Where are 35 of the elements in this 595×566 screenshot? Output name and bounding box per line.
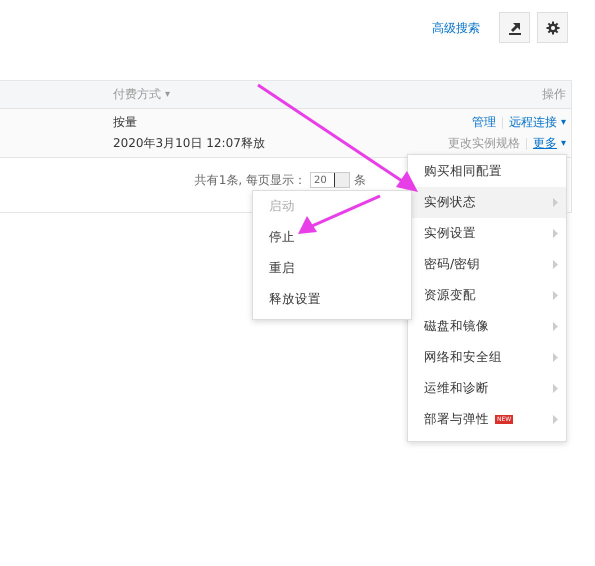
- menu-item[interactable]: 网络和安全组: [408, 342, 566, 373]
- menu-item[interactable]: 磁盘和镜像: [408, 311, 566, 342]
- menu-item[interactable]: 运维和诊断: [408, 373, 566, 404]
- chevron-right-icon: [553, 384, 558, 393]
- caret-icon[interactable]: ▾: [560, 138, 566, 149]
- settings-button[interactable]: [537, 12, 568, 43]
- advanced-search-link[interactable]: 高级搜索: [432, 20, 480, 37]
- action-link[interactable]: 管理: [472, 114, 496, 131]
- export-icon: [508, 20, 522, 34]
- action-link[interactable]: 更多: [532, 135, 557, 152]
- chevron-right-icon: [553, 260, 558, 269]
- column-header: 付费方式: [113, 86, 161, 103]
- chevron-right-icon: [553, 229, 558, 238]
- table-cell-text: 按量: [113, 114, 138, 131]
- action-link[interactable]: 远程连接: [508, 114, 557, 131]
- menu-item[interactable]: 停止: [253, 222, 411, 253]
- export-button[interactable]: [499, 12, 530, 43]
- menu-item[interactable]: 密码/密钥: [408, 249, 566, 280]
- chevron-right-icon: [553, 198, 558, 207]
- unit-label: 条: [354, 172, 366, 189]
- table-cell: 2020年3月10日 12:07释放: [113, 135, 265, 152]
- column-header: 操作: [542, 86, 566, 103]
- caret-icon[interactable]: ▾: [560, 117, 566, 128]
- page-size-select[interactable]: 20: [310, 172, 350, 188]
- chevron-right-icon: [553, 291, 558, 300]
- menu-item[interactable]: 购买相同配置: [408, 156, 566, 187]
- menu-item[interactable]: 实例设置: [408, 218, 566, 249]
- menu-item[interactable]: 资源变配: [408, 280, 566, 311]
- menu-item[interactable]: 重启: [253, 253, 411, 284]
- settings-icon: [546, 20, 560, 34]
- chevron-right-icon: [553, 322, 558, 331]
- total-count: 共有1条, 每页显示：: [194, 172, 306, 189]
- chevron-right-icon: [553, 415, 558, 424]
- menu-item[interactable]: 释放设置: [253, 284, 411, 315]
- chevron-right-icon: [553, 353, 558, 362]
